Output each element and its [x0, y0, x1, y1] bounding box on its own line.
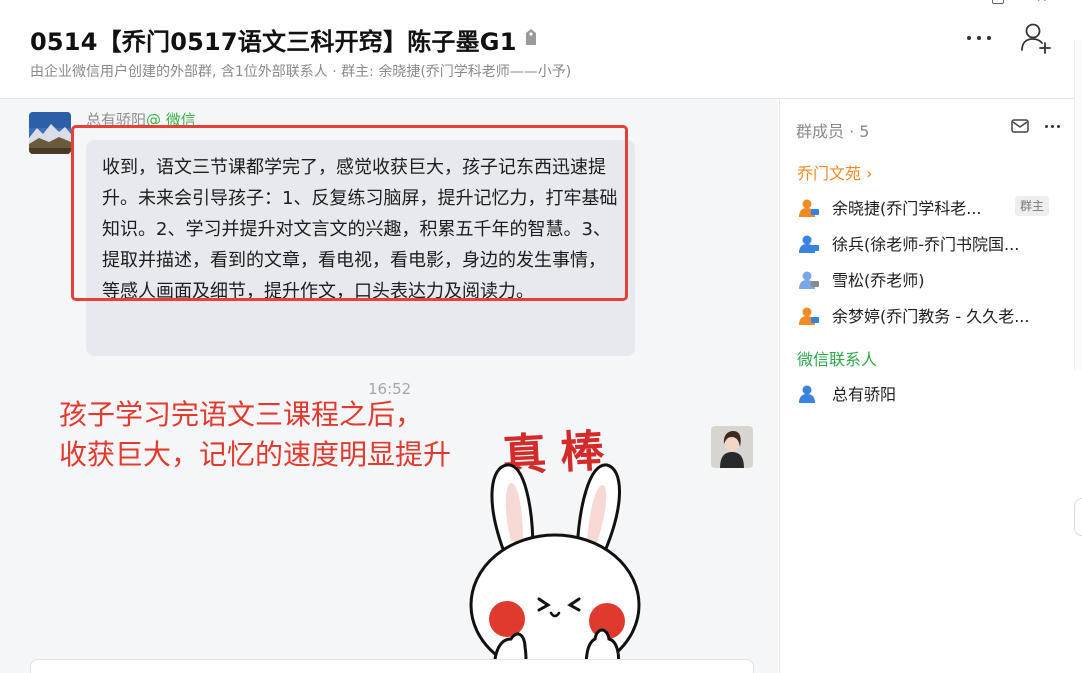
- member-row[interactable]: 雪松(乔老师): [796, 264, 1078, 294]
- member-name: 徐兵(徐老师-乔门书院国...: [832, 235, 1020, 254]
- member-row[interactable]: 余晓捷(乔门学科老... 群主: [796, 192, 1078, 222]
- self-avatar[interactable]: [711, 426, 753, 468]
- annotation-text: 孩子学习完语文三课程之后， 收获巨大，记忆的速度明显提升: [59, 398, 452, 471]
- mail-icon[interactable]: [1011, 119, 1029, 133]
- chat-header: ✕ 0514【乔门0517语文三科开窍】陈子墨G1 由企业微信用户创建的外部群,…: [0, 0, 1082, 99]
- owner-badge: 群主: [1015, 196, 1050, 216]
- wechat-member-row[interactable]: 总有骄阳: [796, 378, 1078, 408]
- member-panel-title: 群成员 · 5: [796, 122, 870, 141]
- group-name-link[interactable]: 乔门文苑 ›: [797, 160, 873, 184]
- sender-name: 总有骄阳: [86, 111, 147, 129]
- member-blue-icon: [799, 385, 815, 403]
- side-expand-handle[interactable]: [1074, 498, 1082, 536]
- member-blue-pc-icon: [799, 235, 819, 253]
- sender-avatar[interactable]: [29, 112, 71, 154]
- sender-name-line: 总有骄阳@ 微信: [86, 109, 196, 130]
- sender-source: @ 微信: [146, 111, 196, 129]
- message-input-box[interactable]: [30, 659, 754, 673]
- member-orange-icon: [799, 199, 819, 217]
- close-window-icon[interactable]: ✕: [1036, 0, 1048, 6]
- chat-area: 总有骄阳@ 微信 收到，语文三节课都学完了，感觉收获巨大，孩子记东西迅速提升。未…: [0, 99, 778, 673]
- maximize-window-icon[interactable]: [992, 0, 1004, 4]
- member-name: 总有骄阳: [832, 385, 897, 404]
- member-row[interactable]: 徐兵(徐老师-乔门书院国...: [796, 228, 1078, 258]
- group-subtitle: 由企业微信用户创建的外部群, 含1位外部联系人 · 群主: 余晓捷(乔门学科老师…: [30, 64, 572, 80]
- person-avatar-icon: [711, 426, 753, 468]
- external-group-tag-icon: [526, 29, 536, 45]
- landscape-avatar-icon: [29, 112, 71, 154]
- member-name: 余梦婷(乔门教务 - 久久老...: [832, 307, 1030, 326]
- add-member-icon[interactable]: [1018, 20, 1054, 56]
- member-orange-icon: [799, 307, 819, 325]
- member-row[interactable]: 余梦婷(乔门教务 - 久久老...: [796, 300, 1078, 330]
- message-bubble[interactable]: 收到，语文三节课都学完了，感觉收获巨大，孩子记东西迅速提升。未来会引导孩子：1、…: [86, 140, 635, 356]
- member-name: 余晓捷(乔门学科老...: [832, 199, 982, 218]
- bunny-thumbs-up-sticker-icon[interactable]: [455, 429, 655, 673]
- right-edge-scrollbar[interactable]: [1074, 40, 1082, 370]
- member-panel: 群成员 · 5 乔门文苑 › 余晓捷(乔门学科老... 群主 徐兵(徐老师-乔门…: [779, 99, 1082, 673]
- group-title: 0514【乔门0517语文三科开窍】陈子墨G1: [30, 28, 517, 56]
- panel-more-button[interactable]: [1042, 119, 1062, 133]
- wechat-contacts-heading: 微信联系人: [797, 350, 878, 369]
- member-blue-pc-icon: [799, 271, 819, 289]
- more-options-button[interactable]: [962, 26, 996, 50]
- member-name: 雪松(乔老师): [832, 271, 925, 290]
